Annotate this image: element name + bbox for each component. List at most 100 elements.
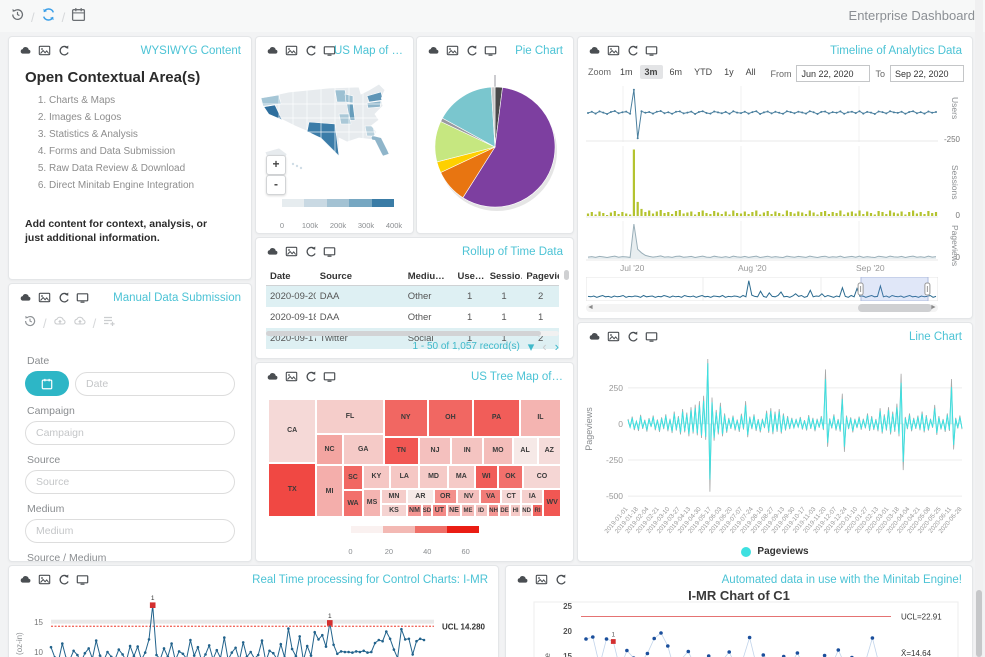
- treemap-cell-tx[interactable]: TX: [268, 463, 316, 517]
- monitor-icon[interactable]: [323, 370, 336, 383]
- cloud-icon[interactable]: [266, 245, 279, 258]
- treemap-cell-ct[interactable]: CT: [501, 489, 522, 504]
- navigator-scrollbar[interactable]: ◄ ►: [586, 304, 938, 312]
- refresh-icon[interactable]: [554, 573, 567, 586]
- treemap-cell-la[interactable]: LA: [390, 465, 419, 489]
- treemap-cell-nh[interactable]: NH: [488, 504, 500, 517]
- pie-chart[interactable]: [425, 65, 565, 225]
- treemap-cell-ks[interactable]: KS: [381, 504, 407, 517]
- refresh-icon[interactable]: [304, 245, 317, 258]
- image-icon[interactable]: [535, 573, 548, 586]
- treemap-cell-co[interactable]: CO: [523, 465, 561, 489]
- playlist-add-icon[interactable]: [102, 314, 116, 333]
- treemap-cell-fl[interactable]: FL: [316, 399, 383, 434]
- map-zoom-in-button[interactable]: +: [266, 155, 286, 175]
- monitor-icon[interactable]: [645, 330, 658, 343]
- treemap-cell-il[interactable]: IL: [520, 399, 561, 437]
- treemap-cell-mi[interactable]: MI: [316, 465, 342, 517]
- refresh-icon[interactable]: [304, 44, 317, 57]
- refresh-icon[interactable]: [57, 573, 70, 586]
- treemap-cell-md[interactable]: MD: [419, 465, 448, 489]
- refresh-icon[interactable]: [626, 44, 639, 57]
- cloud-icon[interactable]: [19, 44, 32, 57]
- cloud-icon[interactable]: [588, 44, 601, 57]
- treemap-cell-pa[interactable]: PA: [473, 399, 520, 437]
- users-timeline-chart[interactable]: [586, 86, 938, 142]
- treemap-cell-nc[interactable]: NC: [316, 434, 342, 465]
- column-header[interactable]: Source: [316, 271, 404, 282]
- zoom-option-3m[interactable]: 3m: [640, 65, 663, 79]
- monitor-icon[interactable]: [76, 573, 89, 586]
- cloud-icon[interactable]: [516, 573, 529, 586]
- treemap-cell-sd[interactable]: SD: [422, 504, 432, 517]
- table-row[interactable]: 2020-09-20DAAOther112: [266, 286, 559, 307]
- date-picker-button[interactable]: [25, 371, 69, 396]
- image-icon[interactable]: [446, 44, 459, 57]
- treemap-cell-ma[interactable]: MA: [448, 465, 474, 489]
- treemap-cell-id[interactable]: ID: [475, 504, 488, 517]
- treemap-cell-ut[interactable]: UT: [432, 504, 447, 517]
- table-row[interactable]: 2020-09-18DAAOther111: [266, 307, 559, 328]
- navigator-selection[interactable]: [861, 277, 928, 301]
- refresh-icon[interactable]: [57, 44, 70, 57]
- scroll-left-arrow[interactable]: ◄: [586, 304, 595, 312]
- treemap-cell-al[interactable]: AL: [513, 437, 538, 465]
- treemap-cell-de[interactable]: DE: [499, 504, 509, 517]
- treemap-cell-ne[interactable]: NE: [447, 504, 462, 517]
- pageviews-line-chart[interactable]: 2500-250-500Pageviews2019-01-012019-01-1…: [580, 349, 970, 541]
- treemap-cell-nm[interactable]: NM: [407, 504, 422, 517]
- table-hscrollbar[interactable]: [266, 331, 559, 336]
- refresh-icon[interactable]: [41, 7, 56, 27]
- treemap-cell-ny[interactable]: NY: [384, 399, 428, 437]
- source-input[interactable]: [25, 470, 235, 494]
- zoom-option-1y[interactable]: 1y: [719, 65, 739, 79]
- treemap-cell-wa[interactable]: WA: [343, 490, 364, 517]
- sessions-timeline-chart[interactable]: [586, 146, 938, 218]
- history-icon[interactable]: [23, 314, 37, 333]
- treemap-cell-sc[interactable]: SC: [343, 465, 364, 490]
- medium-input[interactable]: [25, 519, 235, 543]
- refresh-icon[interactable]: [626, 330, 639, 343]
- image-icon[interactable]: [607, 44, 620, 57]
- zoom-option-6m[interactable]: 6m: [665, 65, 688, 79]
- treemap-cell-va[interactable]: VA: [480, 489, 501, 504]
- treemap-cell-ia[interactable]: IA: [521, 489, 543, 504]
- column-header[interactable]: Date: [266, 271, 316, 282]
- map-zoom-out-button[interactable]: -: [266, 175, 286, 195]
- monitor-icon[interactable]: [484, 44, 497, 57]
- image-icon[interactable]: [38, 44, 51, 57]
- column-header[interactable]: Mediu…: [404, 271, 454, 282]
- cloud-icon[interactable]: [19, 573, 32, 586]
- treemap-cell-mn[interactable]: MN: [381, 489, 407, 504]
- treemap-cell-or[interactable]: OR: [434, 489, 457, 504]
- table-hscrollbar-thumb[interactable]: [266, 331, 541, 336]
- zoom-option-ytd[interactable]: YTD: [689, 65, 717, 79]
- cloud-icon[interactable]: [19, 291, 32, 304]
- treemap-cell-ms[interactable]: MS: [363, 489, 381, 517]
- history-icon[interactable]: [10, 7, 25, 27]
- treemap-cell-ok[interactable]: OK: [498, 465, 523, 489]
- refresh-icon[interactable]: [304, 370, 317, 383]
- from-date-input[interactable]: [796, 65, 870, 82]
- image-icon[interactable]: [38, 291, 51, 304]
- scroll-right-arrow[interactable]: ►: [929, 304, 938, 312]
- calendar-icon[interactable]: [71, 7, 86, 27]
- image-icon[interactable]: [285, 245, 298, 258]
- column-header[interactable]: Use…: [453, 271, 485, 282]
- treemap-cell-ga[interactable]: GA: [343, 434, 384, 465]
- treemap-cell-me[interactable]: ME: [461, 504, 474, 517]
- image-icon[interactable]: [38, 573, 51, 586]
- cloud-upload-icon[interactable]: [53, 314, 67, 333]
- treemap-cell-nj[interactable]: NJ: [419, 437, 451, 465]
- treemap-cell-tn[interactable]: TN: [384, 437, 419, 465]
- treemap-cell-ca[interactable]: CA: [268, 399, 316, 463]
- zoom-option-1m[interactable]: 1m: [615, 65, 638, 79]
- treemap-cell-ri[interactable]: RI: [532, 504, 544, 517]
- zoom-option-all[interactable]: All: [741, 65, 761, 79]
- treemap-cell-wv[interactable]: WV: [543, 489, 561, 517]
- treemap-cell-wi[interactable]: WI: [475, 465, 498, 489]
- campaign-input[interactable]: [25, 421, 235, 445]
- prev-page-button[interactable]: ‹: [542, 342, 546, 352]
- to-date-input[interactable]: [890, 65, 964, 82]
- us-treemap-chart[interactable]: CAFLNYOHPAILNCGATNNJINMOALAZTXMISCWAKYLA…: [268, 399, 561, 517]
